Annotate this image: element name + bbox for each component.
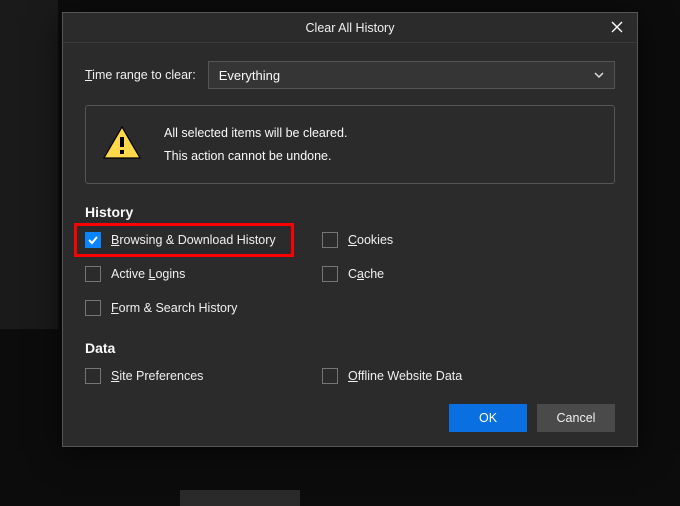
warning-panel: All selected items will be cleared. This… <box>85 105 615 184</box>
checkbox-label: Cache <box>348 267 384 281</box>
clear-history-dialog: Clear All History Time range to clear: E… <box>62 12 638 447</box>
warning-line-2: This action cannot be undone. <box>164 145 347 168</box>
dialog-content: Time range to clear: Everything All sele… <box>63 43 637 446</box>
checkbox-icon <box>322 232 338 248</box>
section-history: History <box>85 204 615 220</box>
background-strip-left <box>0 0 58 329</box>
checkbox-icon <box>85 300 101 316</box>
checkbox-active-logins[interactable]: Active Logins <box>85 264 320 284</box>
warning-line-1: All selected items will be cleared. <box>164 122 347 145</box>
dialog-titlebar: Clear All History <box>63 13 637 43</box>
checkbox-icon <box>85 266 101 282</box>
cancel-button[interactable]: Cancel <box>537 404 615 432</box>
background-strip-bottom <box>180 490 300 506</box>
time-range-label: Time range to clear: <box>85 68 196 82</box>
section-data: Data <box>85 340 615 356</box>
checkbox-cookies[interactable]: Cookies <box>322 230 615 250</box>
data-options: Site Preferences Offline Website Data <box>85 366 615 386</box>
checkbox-label: Offline Website Data <box>348 369 462 383</box>
checkbox-icon <box>85 232 101 248</box>
checkbox-icon <box>322 368 338 384</box>
warning-text: All selected items will be cleared. This… <box>164 122 347 167</box>
checkbox-form-history[interactable]: Form & Search History <box>85 298 320 318</box>
time-range-row: Time range to clear: Everything <box>85 61 615 89</box>
checkbox-icon <box>85 368 101 384</box>
close-button[interactable] <box>597 13 637 43</box>
checkbox-cache[interactable]: Cache <box>322 264 615 284</box>
time-range-value: Everything <box>219 68 280 83</box>
warning-icon <box>102 125 142 164</box>
checkbox-label: Browsing & Download History <box>111 233 276 247</box>
close-icon <box>611 21 623 36</box>
checkbox-site-preferences[interactable]: Site Preferences <box>85 366 320 386</box>
checkbox-label: Cookies <box>348 233 393 247</box>
dialog-button-row: OK Cancel <box>85 404 615 432</box>
checkbox-label: Form & Search History <box>111 301 237 315</box>
checkbox-icon <box>322 266 338 282</box>
ok-button[interactable]: OK <box>449 404 527 432</box>
dialog-title: Clear All History <box>306 21 395 35</box>
chevron-down-icon <box>594 68 604 83</box>
checkbox-browsing-history[interactable]: Browsing & Download History <box>74 223 294 257</box>
time-range-select[interactable]: Everything <box>208 61 615 89</box>
checkbox-label: Active Logins <box>111 267 185 281</box>
checkbox-label: Site Preferences <box>111 369 203 383</box>
checkbox-offline-data[interactable]: Offline Website Data <box>322 366 615 386</box>
history-options: Browsing & Download History Cookies Acti… <box>85 230 615 318</box>
